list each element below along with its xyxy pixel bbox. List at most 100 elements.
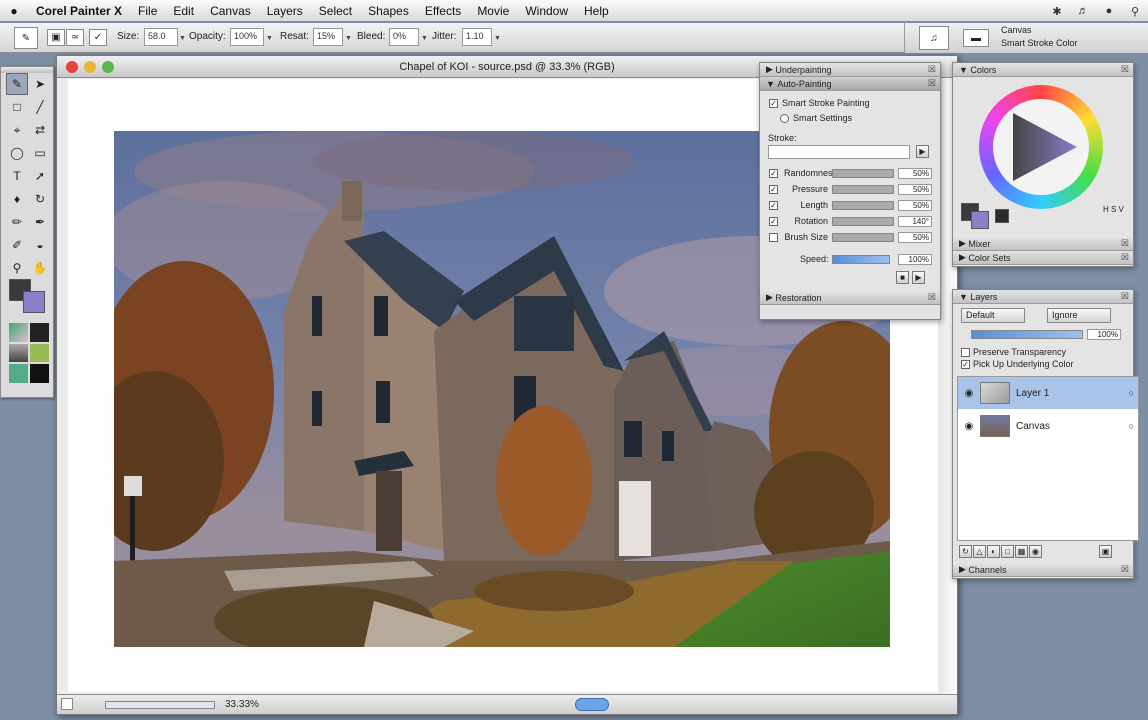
length-slider[interactable]	[832, 201, 894, 210]
stroke-type-icon[interactable]: ▣	[47, 29, 65, 46]
brush-category-icon[interactable]: ♫	[919, 26, 949, 50]
pattern-selector-icon[interactable]	[9, 343, 28, 363]
smart-stroke-checkbox[interactable]: ✓	[769, 99, 778, 108]
apple-icon[interactable]: ●	[0, 4, 28, 18]
length-value[interactable]: 50%	[898, 200, 932, 211]
paper-selector-icon[interactable]	[9, 323, 28, 342]
eye-icon[interactable]: ◉	[958, 421, 980, 432]
lock-icon[interactable]: ○	[1129, 421, 1134, 431]
mixer-close-icon[interactable]: ☒	[1121, 238, 1129, 249]
record-icon[interactable]: ■	[896, 271, 909, 284]
doc-menu-icon[interactable]	[61, 698, 73, 710]
brush-small-icon[interactable]: ✐	[6, 234, 28, 256]
layers-close-icon[interactable]: ☒	[1121, 291, 1129, 302]
pick-up-color-checkbox[interactable]: ✓	[961, 360, 970, 369]
menu-app[interactable]: Corel Painter X	[28, 4, 130, 18]
speed-slider[interactable]	[832, 255, 890, 264]
auto-painting-header[interactable]: ▼ Auto-Painting ☒	[760, 77, 940, 91]
pressure-value[interactable]: 50%	[898, 184, 932, 195]
channels-close-icon[interactable]: ☒	[1121, 564, 1129, 575]
brush-size-slider[interactable]	[832, 233, 894, 242]
randomness-checkbox[interactable]: ✓	[769, 169, 778, 178]
zoom-slider[interactable]	[105, 701, 215, 709]
size-slider-caret[interactable]: ▼	[179, 35, 186, 42]
shape-select-icon[interactable]: ➚	[29, 165, 51, 187]
lock-layer-icon[interactable]: ◉	[1029, 545, 1042, 558]
dropper-icon[interactable]: ✏	[6, 211, 28, 233]
hue-ring[interactable]	[979, 85, 1103, 209]
lock-icon[interactable]: ○	[1129, 388, 1134, 398]
play-icon[interactable]: ▶	[912, 271, 925, 284]
line-tool-icon[interactable]: ╱	[29, 96, 51, 118]
jitter-field[interactable]: 1.10	[462, 28, 492, 46]
underpainting-close-icon[interactable]: ☒	[928, 64, 936, 75]
brush-size-value[interactable]: 50%	[898, 232, 932, 243]
layer-opacity-value[interactable]: 100%	[1087, 329, 1121, 340]
stroke-menu-icon[interactable]: ▶	[916, 145, 929, 158]
magnifier-icon[interactable]: ⚲	[6, 257, 28, 279]
colors-header[interactable]: ▼ Colors ☒	[953, 63, 1133, 77]
rotation-value[interactable]: 140°	[898, 216, 932, 227]
menu-edit[interactable]: Edit	[165, 4, 202, 18]
spotlight-icon[interactable]: ⚲	[1122, 5, 1148, 18]
composite-depth-select[interactable]: Ignore	[1047, 308, 1111, 323]
maximize-icon[interactable]	[102, 61, 114, 73]
layer-mask-icon[interactable]: ◐	[987, 545, 1000, 558]
new-layer-icon[interactable]: □	[1001, 545, 1014, 558]
saturation-triangle[interactable]	[1009, 111, 1079, 183]
volume-icon[interactable]: ♬	[1070, 5, 1096, 17]
layers-header[interactable]: ▼ Layers ☒	[953, 290, 1133, 304]
randomness-slider[interactable]	[832, 169, 894, 178]
layer-adjuster-icon[interactable]: ➤	[29, 73, 51, 95]
primary-color-swatch[interactable]	[971, 211, 989, 229]
crop-tool-icon[interactable]: ⌖	[6, 119, 28, 141]
menu-effects[interactable]: Effects	[417, 4, 469, 18]
bleed-slider-caret[interactable]: ▼	[421, 35, 428, 42]
jitter-slider-caret[interactable]: ▼	[494, 35, 501, 42]
eye-icon[interactable]: ◉	[958, 388, 980, 399]
pressure-slider[interactable]	[832, 185, 894, 194]
menu-canvas[interactable]: Canvas	[202, 4, 259, 18]
smart-settings-checkbox[interactable]	[780, 114, 789, 123]
channels-header[interactable]: ▶ Channels ☒	[953, 563, 1133, 577]
reset-tool-icon[interactable]: ✓	[89, 29, 107, 46]
menu-file[interactable]: File	[130, 4, 165, 18]
lasso-tool-icon[interactable]: ◯	[6, 142, 28, 164]
close-icon[interactable]	[66, 61, 78, 73]
menu-layers[interactable]: Layers	[259, 4, 311, 18]
gradient-selector-icon[interactable]	[30, 323, 49, 342]
freehand-icon[interactable]: ≃	[66, 29, 84, 46]
brush-variant-name[interactable]: Smart Stroke Color	[1001, 38, 1078, 48]
dynamic-plugin-icon[interactable]: △	[973, 545, 986, 558]
layer-row-canvas[interactable]: ◉ Canvas ○	[958, 410, 1138, 442]
brush-size-checkbox[interactable]	[769, 233, 778, 242]
look-selector-icon[interactable]	[30, 364, 49, 383]
transform-tool-icon[interactable]: ⇄	[29, 119, 51, 141]
color-sets-close-icon[interactable]: ☒	[1121, 252, 1129, 263]
speed-value[interactable]: 100%	[898, 254, 932, 265]
opacity-field[interactable]: 100%	[230, 28, 264, 46]
user-icon[interactable]: ●	[1096, 5, 1122, 17]
brush-variant-menu-icon[interactable]: ▬	[963, 29, 989, 47]
menu-select[interactable]: Select	[311, 4, 360, 18]
stroke-selector[interactable]	[768, 145, 910, 159]
eraser-icon[interactable]: ◒	[29, 234, 51, 256]
colors-close-icon[interactable]: ☒	[1121, 64, 1129, 75]
minimize-icon[interactable]	[84, 61, 96, 73]
brush-tool-icon[interactable]: ✎	[14, 27, 38, 49]
resat-slider-caret[interactable]: ▼	[345, 35, 352, 42]
bluetooth-icon[interactable]: ✱	[1044, 5, 1070, 18]
text-tool-icon[interactable]: T	[6, 165, 28, 187]
restoration-header[interactable]: ▶ Restoration ☒	[760, 291, 940, 305]
horizontal-scroll-thumb[interactable]	[575, 698, 609, 711]
zoom-level[interactable]: 33.33%	[225, 699, 259, 710]
menu-shapes[interactable]: Shapes	[360, 4, 417, 18]
auto-painting-close-icon[interactable]: ☒	[928, 78, 936, 89]
grabber-icon[interactable]: ✋	[29, 257, 51, 279]
underpainting-header[interactable]: ▶ Underpainting ☒	[760, 63, 940, 77]
opacity-slider-caret[interactable]: ▼	[266, 35, 273, 42]
bleed-field[interactable]: 0%	[389, 28, 419, 46]
brush-tool-icon[interactable]: ✎	[6, 73, 28, 95]
menu-movie[interactable]: Movie	[469, 4, 517, 18]
cloner-icon[interactable]: ✒	[29, 211, 51, 233]
